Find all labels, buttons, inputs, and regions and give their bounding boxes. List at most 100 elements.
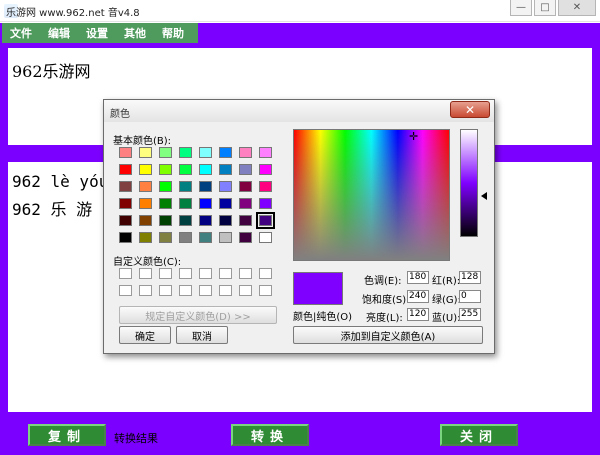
basic-color-swatch[interactable] [139, 181, 152, 192]
custom-color-swatch[interactable] [199, 285, 212, 296]
custom-color-swatch[interactable] [199, 268, 212, 279]
basic-color-swatch[interactable] [219, 232, 232, 243]
basic-color-swatch[interactable] [239, 181, 252, 192]
custom-color-swatch[interactable] [239, 285, 252, 296]
define-custom-button[interactable]: 规定自定义颜色(D) >> [119, 306, 277, 324]
custom-color-swatch[interactable] [119, 285, 132, 296]
basic-color-swatch[interactable] [119, 198, 132, 209]
basic-color-swatch[interactable] [179, 181, 192, 192]
basic-color-swatch[interactable] [119, 181, 132, 192]
color-spectrum[interactable] [293, 129, 450, 261]
custom-color-swatch[interactable] [139, 268, 152, 279]
close-window-button[interactable]: ✕ [558, 0, 596, 16]
cancel-button[interactable]: 取消 [176, 326, 228, 344]
basic-color-swatch[interactable] [259, 147, 272, 158]
convert-button[interactable]: 转换 [231, 424, 309, 446]
ok-button[interactable]: 确定 [119, 326, 171, 344]
basic-color-swatch[interactable] [179, 232, 192, 243]
basic-color-swatch[interactable] [219, 215, 232, 226]
frame-left [0, 43, 8, 413]
green-field[interactable]: 0 [459, 290, 481, 303]
custom-color-swatch[interactable] [139, 285, 152, 296]
basic-color-swatch[interactable] [219, 181, 232, 192]
dialog-close-button[interactable]: ✕ [450, 101, 490, 118]
basic-color-swatch[interactable] [179, 215, 192, 226]
window-controls: — □ ✕ [508, 0, 596, 16]
window-title: 乐游网 www.962.net 音v4.8 [4, 4, 142, 19]
saturation-field[interactable]: 240 [407, 290, 429, 303]
basic-color-swatch[interactable] [179, 147, 192, 158]
basic-color-swatch[interactable] [159, 215, 172, 226]
basic-color-swatch[interactable] [139, 232, 152, 243]
basic-color-swatch[interactable] [139, 198, 152, 209]
menu-settings[interactable]: 设置 [78, 25, 116, 41]
basic-color-swatch[interactable] [119, 164, 132, 175]
basic-color-swatch[interactable] [219, 198, 232, 209]
basic-color-swatch[interactable] [159, 198, 172, 209]
basic-color-swatch[interactable] [199, 198, 212, 209]
close-button[interactable]: 关闭 [440, 424, 518, 446]
basic-color-swatch[interactable] [159, 232, 172, 243]
frame-right [592, 43, 600, 413]
basic-color-swatch[interactable] [159, 181, 172, 192]
basic-color-swatch[interactable] [259, 232, 272, 243]
hue-field[interactable]: 180 [407, 271, 429, 284]
maximize-button[interactable]: □ [534, 0, 556, 16]
custom-color-swatch[interactable] [239, 268, 252, 279]
custom-color-swatch[interactable] [219, 268, 232, 279]
basic-color-swatch[interactable] [159, 164, 172, 175]
basic-color-swatch[interactable] [239, 164, 252, 175]
basic-color-swatch[interactable] [219, 147, 232, 158]
preview-label: 颜色|纯色(O) [293, 312, 353, 323]
add-to-custom-button[interactable]: 添加到自定义颜色(A) [293, 326, 483, 344]
luminance-slider[interactable] [460, 129, 478, 237]
basic-color-swatch[interactable] [259, 181, 272, 192]
custom-color-swatch[interactable] [179, 285, 192, 296]
basic-color-swatch[interactable] [199, 215, 212, 226]
blue-field[interactable]: 255 [459, 308, 481, 321]
basic-colors-label: 基本颜色(B): [113, 136, 172, 147]
basic-color-swatch[interactable] [159, 147, 172, 158]
result-label: 转换结果 [114, 432, 158, 445]
basic-color-swatch[interactable] [239, 215, 252, 226]
basic-color-swatch[interactable] [119, 215, 132, 226]
minimize-button[interactable]: — [510, 0, 532, 16]
basic-color-swatch[interactable] [199, 164, 212, 175]
basic-color-swatch[interactable] [259, 164, 272, 175]
basic-color-swatch[interactable] [256, 212, 275, 229]
custom-color-swatch[interactable] [159, 285, 172, 296]
menu-file[interactable]: 文件 [2, 25, 40, 41]
basic-color-swatch[interactable] [139, 215, 152, 226]
menu-help[interactable]: 帮助 [154, 25, 192, 41]
custom-color-swatch[interactable] [219, 285, 232, 296]
basic-color-swatch[interactable] [139, 164, 152, 175]
basic-color-swatch[interactable] [239, 147, 252, 158]
custom-color-swatch[interactable] [159, 268, 172, 279]
red-label: 红(R): [432, 276, 461, 287]
basic-color-swatch[interactable] [239, 198, 252, 209]
basic-color-swatch[interactable] [219, 164, 232, 175]
basic-color-swatch[interactable] [139, 147, 152, 158]
basic-color-swatch[interactable] [199, 147, 212, 158]
luminance-field[interactable]: 120 [407, 308, 429, 321]
basic-color-swatch[interactable] [179, 198, 192, 209]
custom-color-swatch[interactable] [119, 268, 132, 279]
basic-color-swatch[interactable] [119, 232, 132, 243]
basic-color-swatch[interactable] [119, 147, 132, 158]
custom-color-swatch[interactable] [259, 268, 272, 279]
menu-other[interactable]: 其他 [116, 25, 154, 41]
copy-button[interactable]: 复制 [28, 424, 106, 446]
basic-color-swatch[interactable] [199, 232, 212, 243]
result-line-pinyin: 962 lè yóu [12, 172, 109, 191]
basic-color-swatch[interactable] [199, 181, 212, 192]
result-line-hanzi: 962 乐 游 [12, 200, 93, 219]
custom-color-swatch[interactable] [179, 268, 192, 279]
green-label: 绿(G): [432, 295, 461, 306]
basic-color-swatch[interactable] [239, 232, 252, 243]
luminance-arrow-icon[interactable] [481, 192, 487, 200]
red-field[interactable]: 128 [459, 271, 481, 284]
custom-color-swatch[interactable] [259, 285, 272, 296]
basic-color-swatch[interactable] [179, 164, 192, 175]
menu-edit[interactable]: 编辑 [40, 25, 78, 41]
basic-color-swatch[interactable] [259, 198, 272, 209]
